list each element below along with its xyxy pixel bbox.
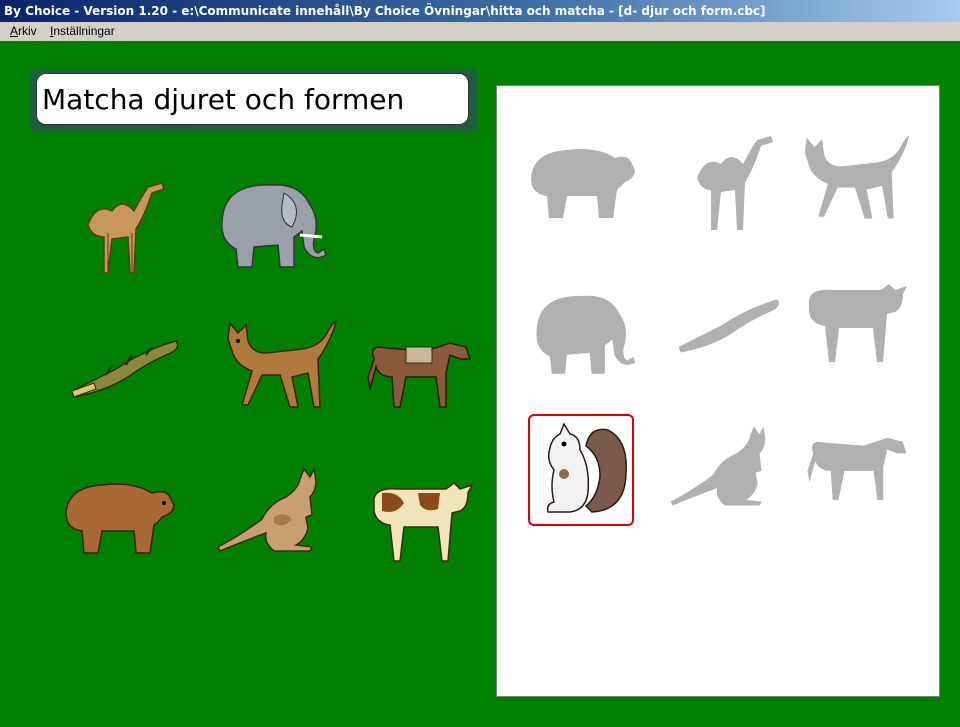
squirrel-icon <box>546 422 627 513</box>
exercise-canvas: Matcha djuret och formen <box>0 41 960 727</box>
kangaroo-icon[interactable] <box>214 467 326 553</box>
squirrel-placed[interactable] <box>528 414 634 526</box>
horse-silhouette[interactable] <box>805 432 911 502</box>
menu-installningar[interactable]: Inställningar <box>50 22 115 41</box>
menu-arkiv[interactable]: Arkiv <box>10 22 37 41</box>
bear-silhouette[interactable] <box>527 142 637 222</box>
crocodile-icon[interactable] <box>66 335 184 401</box>
exercise-title: Matcha djuret och formen <box>36 73 469 125</box>
cat-icon[interactable] <box>222 319 338 411</box>
title-frame: Matcha djuret och formen <box>30 69 478 131</box>
kangaroo-silhouette[interactable] <box>667 424 775 508</box>
cow-icon[interactable] <box>368 481 476 567</box>
menu-bar: Arkiv Inställningar <box>0 22 960 41</box>
crocodile-silhouette[interactable] <box>673 292 785 358</box>
horse-icon[interactable] <box>366 337 474 409</box>
cow-silhouette[interactable] <box>803 282 911 368</box>
camel-icon[interactable] <box>78 177 168 281</box>
silhouette-panel <box>496 85 940 697</box>
camel-silhouette[interactable] <box>687 130 777 234</box>
window-titlebar: By Choice - Version 1.20 - e:\Communicat… <box>0 0 960 22</box>
elephant-silhouette[interactable] <box>529 286 639 378</box>
bear-icon[interactable] <box>62 477 178 557</box>
cat-silhouette[interactable] <box>799 132 911 224</box>
elephant-icon[interactable] <box>214 175 330 271</box>
